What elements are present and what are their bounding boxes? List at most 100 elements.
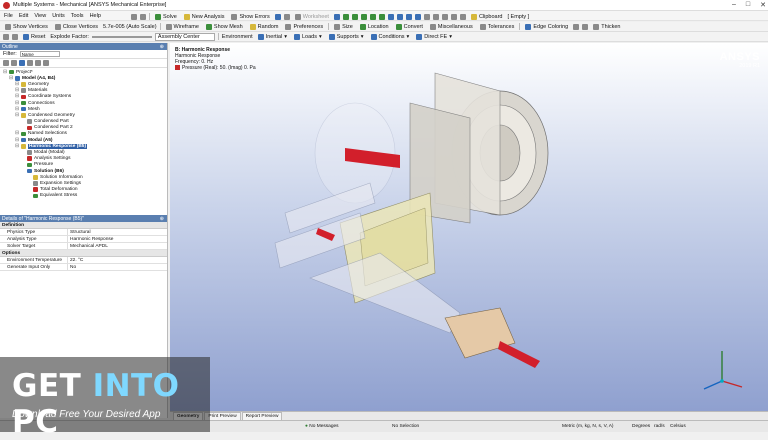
miscellaneous-button[interactable]: Miscellaneous — [428, 23, 475, 30]
tree-node[interactable]: Equivalent Stress — [3, 193, 167, 199]
conditions-button[interactable]: Conditions ▾ — [369, 33, 412, 40]
show-errors-button[interactable]: Show Errors — [229, 13, 271, 20]
zoom-box-icon[interactable] — [405, 13, 412, 20]
size-button[interactable]: Size — [332, 23, 355, 30]
menu-file[interactable]: File — [4, 13, 13, 19]
clipboard-button[interactable]: Clipboard — [469, 13, 505, 20]
details-group-header[interactable]: Definition — [0, 222, 167, 229]
reset-button[interactable]: Reset — [21, 33, 47, 40]
expander-icon[interactable]: ⊟ — [9, 76, 13, 81]
random-button[interactable]: Random — [248, 23, 281, 30]
expander-icon[interactable]: ⊟ — [15, 82, 19, 87]
expander-icon[interactable]: ⊟ — [15, 138, 19, 143]
previous-view-icon[interactable] — [432, 13, 439, 20]
details-value[interactable]: No — [68, 264, 167, 270]
sort-icon[interactable] — [43, 60, 49, 66]
save-icon[interactable] — [140, 13, 146, 20]
expander-icon[interactable]: ⊟ — [15, 94, 19, 99]
details-value[interactable]: Structural — [68, 229, 167, 235]
expander-icon[interactable]: ⊟ — [15, 113, 19, 118]
face-select-icon[interactable] — [351, 13, 358, 20]
body-select-icon[interactable] — [342, 13, 349, 20]
menu-view[interactable]: View — [34, 13, 46, 19]
wireframe-button[interactable]: Wireframe — [164, 23, 201, 30]
close-vertices-button[interactable]: Close Vertices — [53, 23, 100, 30]
units-status[interactable]: Metric (m, kg, N, s, V, A) — [562, 424, 614, 429]
magnifier-icon[interactable] — [423, 13, 430, 20]
details-value[interactable]: Mechanical APDL — [68, 243, 167, 249]
search-icon[interactable] — [27, 60, 33, 66]
redo-icon[interactable] — [12, 33, 18, 40]
viewports-icon[interactable] — [459, 13, 466, 20]
menu-help[interactable]: Help — [90, 13, 101, 19]
details-row[interactable]: Generate Input Only No — [0, 264, 167, 271]
expander-icon[interactable]: ⊟ — [15, 101, 19, 106]
expander-icon[interactable]: ⊟ — [15, 131, 19, 136]
tab-report-preview[interactable]: Report Preview — [241, 412, 283, 420]
graphics-viewport[interactable]: B: Harmonic Response Harmonic Response F… — [170, 43, 768, 411]
expander-icon[interactable]: ⊟ — [3, 70, 7, 75]
details-row[interactable]: Solver Target Mechanical APDL — [0, 243, 167, 250]
zoom-fit-icon[interactable] — [414, 13, 421, 20]
expander-icon[interactable]: ⊟ — [15, 107, 19, 112]
worksheet-button[interactable]: Worksheet — [293, 13, 331, 20]
close-icon[interactable]: ✕ — [760, 1, 766, 9]
supports-button[interactable]: Supports ▾ — [327, 33, 366, 40]
messages-status[interactable]: ● No Messages — [305, 424, 339, 429]
expand-icon[interactable] — [3, 60, 9, 66]
tree-options-icon[interactable] — [35, 60, 41, 66]
edge-coloring-button[interactable]: Edge Coloring — [523, 23, 570, 30]
isometric-icon[interactable] — [450, 13, 457, 20]
solve-button[interactable]: Solve — [153, 13, 179, 20]
collapse-icon[interactable] — [11, 60, 17, 66]
pan-icon[interactable] — [283, 13, 290, 20]
filter-icon[interactable] — [19, 60, 25, 66]
edge-width-icon[interactable] — [582, 23, 589, 30]
edge-style-icon[interactable] — [573, 23, 580, 30]
details-value[interactable]: 22. °C — [68, 257, 167, 263]
scale-value[interactable]: 5.7e-005 (Auto Scale) — [103, 24, 157, 30]
edge-select-icon[interactable] — [360, 13, 367, 20]
thicken-button[interactable]: Thicken — [591, 23, 622, 30]
direct-fe-button[interactable]: Direct FE ▾ — [414, 33, 454, 40]
angle-units-status[interactable]: Degrees — [632, 424, 650, 429]
new-analysis-button[interactable]: New Analysis — [182, 13, 227, 20]
filter-select[interactable]: Name — [19, 51, 60, 57]
menu-tools[interactable]: Tools — [71, 13, 84, 19]
menu-edit[interactable]: Edit — [19, 13, 28, 19]
show-vertices-button[interactable]: Show Vertices — [3, 23, 50, 30]
show-mesh-button[interactable]: Show Mesh — [204, 23, 245, 30]
expander-icon[interactable]: ⊟ — [15, 88, 19, 93]
inertial-button[interactable]: Inertial ▾ — [256, 33, 289, 40]
details-value[interactable]: Harmonic Response — [68, 236, 167, 242]
tree-node-label: Solution Information — [40, 174, 83, 180]
pin-icon[interactable]: ⊕ — [160, 216, 164, 222]
mode-icon[interactable] — [333, 13, 340, 20]
details-row[interactable]: Physics Type Structural — [0, 229, 167, 236]
minimize-icon[interactable]: – — [732, 1, 736, 9]
open-icon[interactable] — [131, 13, 137, 20]
rate-units-status[interactable]: rad/s — [654, 424, 665, 429]
pin-icon[interactable]: ⊕ — [160, 44, 164, 50]
details-group-header[interactable]: Options — [0, 250, 167, 257]
loads-button[interactable]: Loads ▾ — [292, 33, 324, 40]
menu-units[interactable]: Units — [52, 13, 65, 19]
zoom-icon[interactable] — [396, 13, 403, 20]
details-row[interactable]: Analysis Type Harmonic Response — [0, 236, 167, 243]
convert-button[interactable]: Convert — [394, 23, 425, 30]
node-select-icon[interactable] — [378, 13, 385, 20]
temperature-units-status[interactable]: Celsius — [670, 424, 686, 429]
next-view-icon[interactable] — [441, 13, 448, 20]
location-button[interactable]: Location — [358, 23, 391, 30]
vertex-select-icon[interactable] — [369, 13, 376, 20]
maximize-icon[interactable]: □ — [746, 1, 750, 9]
preferences-button[interactable]: Preferences — [283, 23, 325, 30]
tolerances-button[interactable]: Tolerances — [478, 23, 517, 30]
explode-factor-slider[interactable] — [91, 35, 152, 38]
undo-icon[interactable] — [3, 33, 9, 40]
select-icon[interactable] — [274, 13, 281, 20]
expander-icon[interactable]: ⊟ — [15, 144, 19, 149]
rotate-icon[interactable] — [387, 13, 394, 20]
assembly-center-select[interactable]: Assembly Center — [154, 32, 215, 41]
details-row[interactable]: Environment Temperature 22. °C — [0, 257, 167, 264]
